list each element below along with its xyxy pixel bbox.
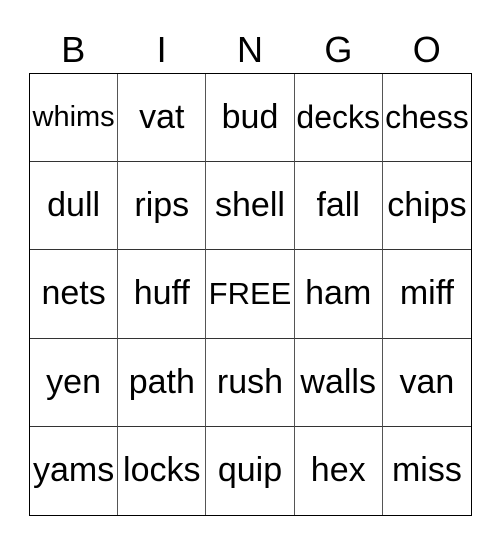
bingo-header: B I N G O — [29, 28, 471, 72]
cell-word: locks — [123, 451, 201, 490]
bingo-cell[interactable]: path — [118, 338, 207, 427]
cell-word: walls — [300, 362, 376, 401]
header-letter-b: B — [61, 29, 86, 70]
bingo-cell[interactable]: rips — [118, 162, 207, 251]
bingo-cell[interactable]: locks — [118, 426, 207, 515]
cell-word: miff — [399, 274, 454, 313]
cell-word: bud — [221, 98, 279, 137]
cell-word: shell — [215, 186, 285, 225]
bingo-cell[interactable]: quip — [206, 426, 295, 515]
cell-word: chips — [387, 186, 467, 225]
bingo-cell[interactable]: whims — [30, 74, 119, 163]
header-letter-n: N — [236, 29, 263, 70]
bingo-cell[interactable]: yams — [30, 426, 119, 515]
bingo-cell[interactable]: fall — [294, 162, 383, 251]
bingo-cell[interactable]: decks — [294, 74, 383, 163]
bingo-cell[interactable]: chess — [382, 74, 471, 163]
cell-word: fall — [316, 186, 360, 225]
cell-word: rush — [216, 362, 284, 401]
cell-word: yen — [46, 362, 101, 401]
cell-word: ham — [305, 274, 372, 313]
bingo-cell[interactable]: chips — [382, 162, 471, 251]
bingo-cell[interactable]: yen — [30, 338, 119, 427]
cell-word: miss — [391, 451, 462, 490]
free-space-cell[interactable]: FREE — [206, 250, 295, 339]
bingo-cell[interactable]: rush — [206, 338, 295, 427]
bingo-cell[interactable]: miff — [382, 250, 471, 339]
cell-word: whims — [32, 101, 115, 134]
bingo-cell[interactable]: shell — [206, 162, 295, 251]
cell-word: path — [128, 362, 195, 401]
bingo-grid: whims vat bud decks chess dull rips shel… — [29, 73, 472, 516]
free-space-label: FREE — [208, 275, 292, 311]
cell-word: vat — [139, 98, 185, 137]
header-letter-o: O — [412, 29, 441, 70]
cell-word: hex — [310, 451, 366, 490]
bingo-cell[interactable]: nets — [30, 250, 119, 339]
cell-word: dull — [47, 186, 101, 225]
bingo-cell[interactable]: miss — [383, 427, 471, 515]
bingo-cell[interactable]: ham — [294, 250, 383, 339]
cell-word: yams — [32, 451, 115, 490]
cell-word: chess — [385, 99, 469, 136]
cell-word: quip — [217, 451, 283, 490]
bingo-cell[interactable]: dull — [30, 162, 119, 251]
bingo-cell[interactable]: hex — [295, 426, 383, 515]
cell-word: decks — [296, 99, 380, 136]
bingo-cell[interactable]: huff — [118, 250, 207, 339]
header-letter-g: G — [324, 29, 353, 70]
cell-word: huff — [133, 274, 190, 313]
bingo-cell[interactable]: bud — [206, 74, 295, 163]
cell-word: rips — [134, 186, 190, 225]
bingo-cell[interactable]: van — [382, 339, 471, 427]
bingo-cell[interactable]: walls — [294, 338, 383, 427]
cell-word: nets — [41, 274, 106, 313]
cell-word: van — [399, 362, 455, 401]
header-letter-i: I — [156, 29, 167, 70]
bingo-cell[interactable]: vat — [118, 74, 207, 163]
